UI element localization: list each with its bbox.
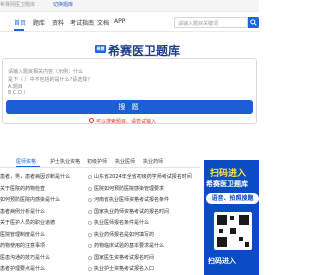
nav-item-app[interactable]: APP: [114, 18, 125, 25]
nav-item-home[interactable]: 首页: [14, 18, 26, 27]
list-item[interactable]: 患者病例分析是什么: [0, 207, 94, 219]
bullet-icon: [88, 232, 92, 237]
list-item[interactable]: 患者护理要点是什么: [0, 264, 94, 275]
nav-item-question-bank[interactable]: 题库: [33, 18, 45, 27]
top-notice-bar: 希赛网医卫题库 切换题库: [0, 0, 259, 12]
bullet-icon: [88, 198, 92, 202]
bullet-icon: [88, 255, 92, 260]
bullet-icon: [88, 221, 92, 225]
tab-practicing-pharmacist[interactable]: 执业药师: [143, 158, 163, 165]
tab-active-underline: [16, 166, 40, 167]
list-item[interactable]: 如何预防医院内感染是什么: [0, 195, 94, 207]
brand-logo: 希赛: [95, 45, 106, 53]
placeholder-line-4: B.C.D.）: [8, 90, 29, 96]
list-item[interactable]: 患者，男，患者病因诊断是什么: [0, 172, 94, 184]
promo-subtitle: 希赛医卫题库: [206, 180, 248, 188]
nav-item-docs[interactable]: 文档: [97, 18, 109, 27]
tab-nurse-qualification[interactable]: 护士执业资格: [50, 158, 80, 165]
list-item[interactable]: 国家医生资格考试报名时间: [88, 253, 200, 265]
list-item[interactable]: 关于医院的药物检查: [0, 184, 94, 196]
placeholder-line-1: 请输入题目相关内容（示例：什么: [8, 69, 84, 75]
question-list-right: 山东省2024年全省初级药学师考试报名时间 医院如何预防医院感染管理要求 河南省…: [88, 172, 200, 275]
bullet-icon: [88, 186, 92, 191]
bullet-icon: [88, 244, 92, 248]
question-search-textarea[interactable]: 请输入题目相关内容（示例：什么 是下（ ）中不包括的是什么?请选择？ A.题目 …: [2, 58, 257, 124]
nav-search-input[interactable]: 请输入题目关键词: [174, 17, 248, 28]
nav-item-exam-guide[interactable]: 考试指南: [70, 18, 94, 27]
tab-practicing-physician[interactable]: 执业医师: [115, 158, 135, 165]
placeholder-line-2: 是下（ ）中不包括的是什么?请选择？: [8, 77, 93, 83]
list-item[interactable]: 药物使用的注意事项: [0, 241, 94, 253]
app-promo-banner[interactable]: 扫码进入 希赛医卫题库 语音、拍照搜题 扫码进入: [204, 160, 259, 275]
list-item[interactable]: 关于医护人员的职业道德: [0, 218, 94, 230]
tab-physician-qualification[interactable]: 医师资格: [16, 158, 36, 165]
list-item[interactable]: 执业药师报名是如何填写的: [88, 230, 200, 242]
list-item[interactable]: 河南省执业医师资格考试报名条件: [88, 195, 200, 207]
tab-junior-nurse[interactable]: 初级护师: [87, 158, 107, 165]
brand-title: 希赛医卫题库: [108, 44, 181, 58]
list-item[interactable]: 执业护士资格考试报名入口: [88, 264, 200, 275]
list-item[interactable]: 药物临床试验的基本要求是什么: [88, 241, 200, 253]
list-item[interactable]: 医患沟通的技巧是什么: [0, 253, 94, 265]
list-item[interactable]: 山东省2024年全省初级药学师考试报名时间: [88, 172, 200, 184]
search-hint: 可以搜索题目、请尝试输入: [96, 119, 157, 125]
list-item[interactable]: 国家执业药师资格考试的报名时间: [88, 207, 200, 219]
list-item[interactable]: 执业医师报名条件是什么: [88, 218, 200, 230]
info-icon: [89, 118, 94, 123]
category-tabs: 医师资格 护士执业资格 初级护师 执业医师 执业药师: [0, 156, 200, 168]
promo-pill: 语音、拍照搜题: [206, 193, 259, 204]
bullet-icon: [88, 267, 92, 271]
list-item[interactable]: 医院如何预防医院感染管理要求: [88, 184, 200, 196]
bullet-icon: [88, 175, 92, 179]
qr-code-icon: [214, 212, 252, 250]
top-notice-link[interactable]: 切换题库: [53, 1, 73, 8]
question-list-left: 患者，男，患者病因诊断是什么 关于医院的药物检查 如何预防医院内感染是什么 患者…: [0, 172, 94, 275]
nav-item-materials[interactable]: 资料: [52, 18, 64, 27]
bullet-icon: [88, 209, 92, 214]
list-item[interactable]: 医院管理制度是什么: [0, 230, 94, 242]
nav-search-button[interactable]: [248, 17, 259, 28]
promo-footer: 扫码进入: [208, 257, 236, 265]
promo-title: 扫码进入: [210, 169, 247, 179]
search-icon: [250, 19, 257, 26]
nav-active-underline: [14, 29, 24, 31]
top-notice-text: 希赛网医卫题库: [0, 2, 36, 8]
main-nav: 首页 题库 资料 考试指南 文档 APP 请输入题目关键词: [0, 12, 259, 32]
search-submit-button[interactable]: 搜 题: [6, 100, 253, 114]
